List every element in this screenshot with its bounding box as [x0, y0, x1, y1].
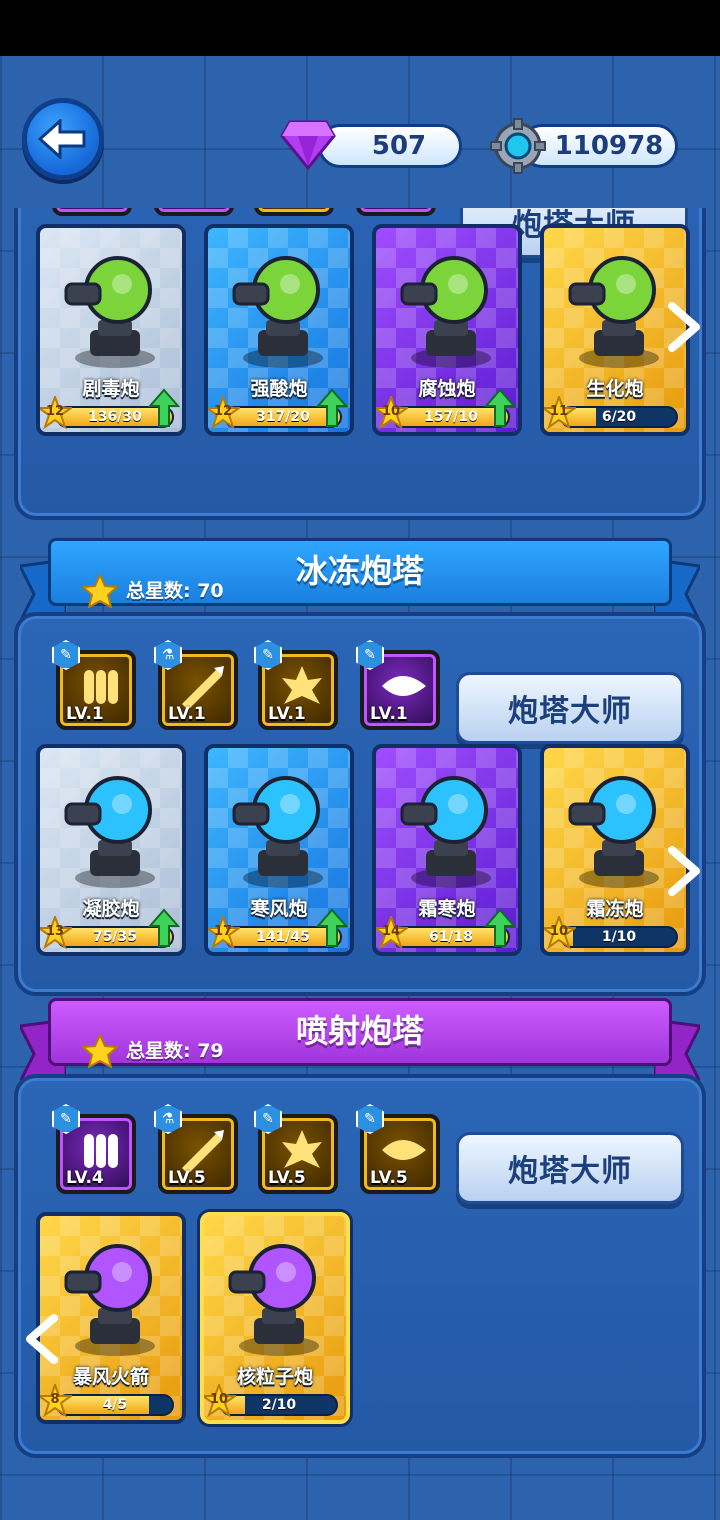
- skill-slot[interactable]: LV.1: [154, 208, 234, 216]
- card-progress-bar: 1/10: [560, 926, 678, 948]
- card-progress-text: 1/10: [601, 929, 637, 945]
- star-level-icon: [40, 916, 72, 950]
- jet-prev-arrow-icon[interactable]: [26, 1314, 60, 1364]
- skill-slot[interactable]: ✎ LV.1: [52, 640, 136, 730]
- star-level-icon: [208, 396, 240, 430]
- back-button[interactable]: [22, 98, 104, 180]
- skill-slot[interactable]: ✎ LV.1: [356, 640, 440, 730]
- star-level-icon: [208, 916, 240, 950]
- star-level-icon: [376, 916, 408, 950]
- jet-total-stars: 总星数: 79: [126, 1040, 224, 1062]
- skill-level: LV.5: [370, 1168, 408, 1188]
- card-progress-bar: 4/5: [56, 1394, 174, 1416]
- poison-next-arrow-icon[interactable]: [666, 302, 700, 352]
- skill-level: LV.5: [168, 1168, 206, 1188]
- gem-icon: [280, 120, 336, 171]
- upgrade-arrow-icon: [484, 908, 516, 947]
- star-level-icon: [376, 396, 408, 430]
- skill-level: LV.1: [268, 704, 306, 724]
- gem-count: 507: [371, 131, 427, 161]
- ice-tower-panel: ✎ LV.1 ⚗ LV.1 ✎ LV.1 ✎ LV.1 炮塔大师 凝胶炮 75/35 13 寒风炮 1…: [14, 612, 706, 996]
- skill-level: LV.1: [62, 208, 100, 210]
- tower-card[interactable]: 剧毒炮 136/30 12: [36, 224, 186, 436]
- skill-level: LV.1: [164, 208, 202, 210]
- tower-card[interactable]: 核粒子炮 2/10 10: [200, 1212, 350, 1424]
- skill-level: LV.5: [268, 1168, 306, 1188]
- skill-slot[interactable]: ✎ LV.5: [356, 1104, 440, 1194]
- upgrade-arrow-icon: [316, 388, 348, 427]
- status-bar: [0, 0, 720, 56]
- star-level-icon: [40, 1384, 72, 1418]
- tower-card[interactable]: 霜寒炮 61/18 14: [372, 744, 522, 956]
- star-level-icon: [204, 1384, 236, 1418]
- card-progress-text: 6/20: [601, 409, 637, 425]
- skill-slot[interactable]: LV.1: [254, 208, 334, 216]
- tower-card[interactable]: 寒风炮 141/45 17: [204, 744, 354, 956]
- star-icon: [82, 1034, 118, 1068]
- skill-level: LV.1: [264, 208, 302, 210]
- upgrade-arrow-icon: [484, 388, 516, 427]
- skill-slot[interactable]: ✎ LV.4: [52, 1104, 136, 1194]
- gem-counter[interactable]: 507: [318, 124, 462, 168]
- skill-level: LV.4: [66, 1168, 104, 1188]
- jet-section-title: 喷射炮塔: [295, 1012, 424, 1050]
- ice-next-arrow-icon[interactable]: [666, 846, 700, 896]
- upgrade-arrow-icon: [316, 908, 348, 947]
- card-progress-bar: 6/20: [560, 406, 678, 428]
- skill-level: LV.1: [168, 704, 206, 724]
- tower-card[interactable]: 强酸炮 317/20 12: [204, 224, 354, 436]
- skill-level: LV.1: [66, 704, 104, 724]
- back-arrow-icon: [38, 119, 86, 159]
- tower-card[interactable]: 凝胶炮 75/35 13: [36, 744, 186, 956]
- upgrade-arrow-icon: [148, 388, 180, 427]
- card-progress-bar: 2/10: [220, 1394, 338, 1416]
- star-level-icon: [40, 396, 72, 430]
- skill-slot[interactable]: ✎ LV.5: [254, 1104, 338, 1194]
- skill-slot[interactable]: LV.1: [356, 208, 436, 216]
- skill-level: LV.1: [370, 704, 408, 724]
- poison-tower-panel: LV.1LV.1LV.1LV.1 炮塔大师 剧毒炮136/3012强酸炮317/…: [14, 208, 706, 520]
- gear-icon: [490, 118, 546, 174]
- skill-slot[interactable]: ✎ LV.1: [254, 640, 338, 730]
- skill-slot[interactable]: ⚗ LV.1: [154, 640, 238, 730]
- skill-slot[interactable]: ⚗ LV.5: [154, 1104, 238, 1194]
- card-progress-text: 4/5: [102, 1397, 128, 1413]
- card-progress-text: 2/10: [261, 1397, 297, 1413]
- gear-count: 110978: [554, 131, 664, 161]
- jet-tower-panel: ✎ LV.4 ⚗ LV.5 ✎ LV.5 ✎ LV.5 炮塔大师 暴风火箭 4/5 8 核粒子炮 2/…: [14, 1074, 706, 1458]
- skill-level: LV.1: [366, 208, 404, 210]
- star-level-icon: [544, 916, 576, 950]
- star-icon: [82, 574, 118, 608]
- ice-total-stars: 总星数: 70: [126, 580, 224, 602]
- tower-list[interactable]: LV.1 LV.1 LV.1 LV.1 炮塔大师 剧毒炮136/3012强酸炮317/…: [0, 208, 720, 1470]
- ice-master-button[interactable]: 炮塔大师: [456, 672, 684, 744]
- ice-section-title: 冰冻炮塔: [295, 552, 424, 590]
- tower-card[interactable]: 腐蚀炮 157/10 10: [372, 224, 522, 436]
- skill-slot[interactable]: LV.1: [52, 208, 132, 216]
- star-level-icon: [544, 396, 576, 430]
- upgrade-arrow-icon: [148, 908, 180, 947]
- jet-master-button[interactable]: 炮塔大师: [456, 1132, 684, 1204]
